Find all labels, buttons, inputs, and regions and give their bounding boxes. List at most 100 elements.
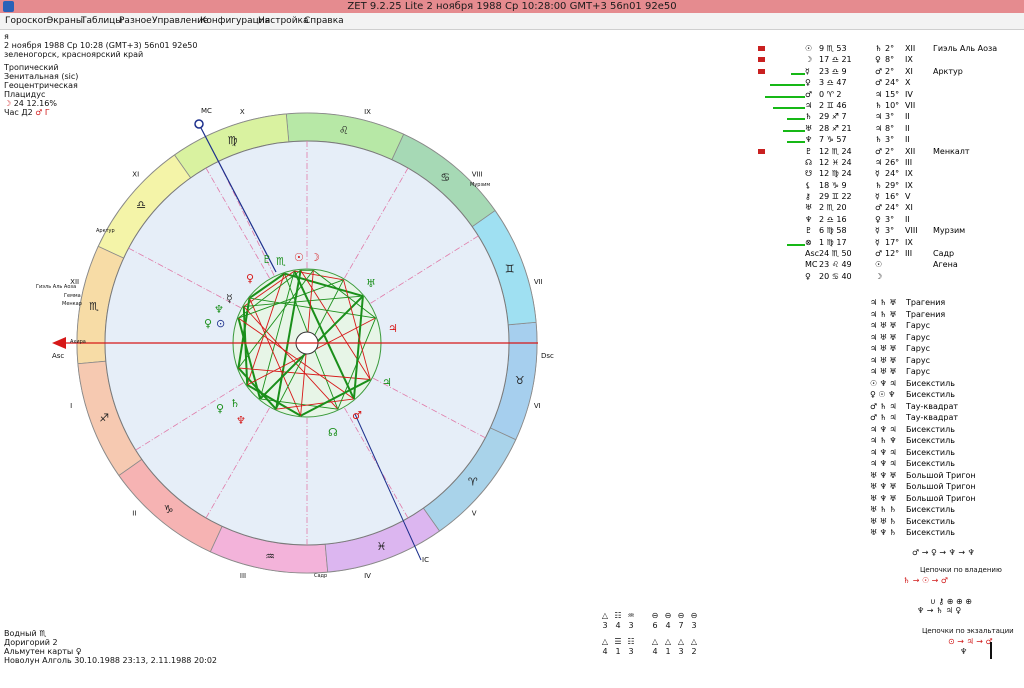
planet-ruler: ☉	[875, 260, 883, 270]
planet-row[interactable]: ♄ 29 ♐ 7 ♃ 3° II	[745, 111, 1005, 122]
house-number: I	[70, 402, 72, 410]
aspect-config-row[interactable]: ♃ ♅ ♅ Гарус	[870, 343, 1010, 355]
aspect-config-row[interactable]: ♅ ♆ ♅ Большой Тригон	[870, 481, 1010, 493]
aspect-config-row[interactable]: ♃ ♆ ♃ Бисекстиль	[870, 447, 1010, 459]
natal-chart-wheel[interactable]: ♈♉♊♋♌♍♎♏♐♑♒♓ Asc Dsc MC IC IIIIII IVVVIVI…	[0, 29, 600, 659]
planet-glyph: ⚸	[805, 180, 811, 190]
dispositor-chain-1: ♄ → ☉ → ♂	[903, 576, 949, 585]
menu-horoscope[interactable]: Гороскоп	[3, 14, 51, 28]
planet-row[interactable]: MC 23 ♌ 49 ☉ Агена	[745, 259, 1005, 270]
planet-icon[interactable]: ♄	[230, 397, 240, 410]
aspect-config-row[interactable]: ♃ ♆ ♃ Бисекстиль	[870, 458, 1010, 470]
planet-row[interactable]: ♆ 7 ♑ 57 ♄ 3° II	[745, 134, 1005, 145]
planet-icon[interactable]: ♅	[366, 277, 376, 290]
chain-cursor	[990, 642, 992, 659]
planet-house-degree: 24°	[885, 203, 900, 213]
planet-row[interactable]: ♀ 20 ♋ 40 ☽	[745, 271, 1005, 282]
planet-row[interactable]: ⚸ 18 ♑ 9 ♄ 29° IX	[745, 180, 1005, 191]
sign-glyph-icon: ♋	[440, 171, 450, 184]
planet-row[interactable]: Asc 24 ♏ 50 ♂ 12° III Садр	[745, 248, 1005, 259]
aspect-config-row[interactable]: ♃ ♅ ♅ Гарус	[870, 320, 1010, 332]
aspect-config-row[interactable]: ♃ ♅ ♅ Гарус	[870, 332, 1010, 344]
aspect-config-row[interactable]: ♅ ♆ ♅ Большой Тригон	[870, 493, 1010, 505]
planet-icon[interactable]: ♃	[388, 322, 398, 335]
aspect-name: Тау-квадрат	[906, 413, 959, 422]
planet-house-degree: 26°	[885, 157, 900, 167]
aspect-config-row[interactable]: ♃ ♄ ♅ Трагения	[870, 297, 1010, 309]
planet-icon[interactable]: ♂	[352, 409, 362, 422]
aspect-config-row[interactable]: ♃ ♅ ♅ Гарус	[870, 366, 1010, 378]
planet-degree: 12 ♍ 24	[819, 169, 852, 179]
planet-row[interactable]: ☋ 12 ♍ 24 ☿ 24° IX	[745, 168, 1005, 179]
aspect-config-row[interactable]: ♃ ♅ ♅ Гарус	[870, 355, 1010, 367]
planet-row[interactable]: ⚷ 29 ♊ 22 ☿ 16° V	[745, 191, 1005, 202]
planet-row[interactable]: ♇ 12 ♏ 24 ♂ 2° XII Менкалт	[745, 146, 1005, 157]
planet-degree: 2 ♏ 20	[819, 203, 847, 213]
star-label: Садр	[314, 573, 327, 579]
planet-icon[interactable]: ♃	[382, 376, 392, 389]
planet-ruler: ♂	[875, 78, 883, 88]
planet-row[interactable]: ♅ 28 ♐ 21 ♃ 8° II	[745, 123, 1005, 134]
planet-row[interactable]: ☽ 17 ♎ 21 ♀ 8° IX	[745, 54, 1005, 65]
planet-house-degree: 29°	[885, 180, 900, 190]
planet-house: X	[905, 78, 911, 88]
planet-row[interactable]: ♇ 6 ♍ 58 ☿ 3° VIII Мурзим	[745, 225, 1005, 236]
aspect-config-row[interactable]: ♂ ♄ ♃ Тау-квадрат	[870, 401, 1010, 413]
planet-icon[interactable]: ♀	[204, 317, 212, 330]
planet-degree: 29 ♐ 7	[819, 112, 847, 122]
planet-row[interactable]: ☊ 12 ♓ 24 ♃ 26° III	[745, 157, 1005, 168]
planet-row[interactable]: ⊗ 1 ♍ 17 ☿ 17° IX	[745, 237, 1005, 248]
planet-icon[interactable]: ☊	[328, 426, 338, 439]
aspect-config-row[interactable]: ♂ ♄ ♃ Тау-квадрат	[870, 412, 1010, 424]
planet-ruler: ♃	[875, 89, 883, 99]
footer-line-4: Новолун Алголь 30.10.1988 23:13, 2.11.19…	[4, 656, 217, 665]
planet-house-degree: 8°	[885, 123, 895, 133]
planet-degree: 23 ♎ 9	[819, 66, 847, 76]
planet-glyph: ☊	[805, 157, 813, 167]
planet-row[interactable]: ♅ 2 ♏ 20 ♂ 24° XI	[745, 202, 1005, 213]
planet-row[interactable]: ☿ 23 ♎ 9 ♂ 2° XI Арктур	[745, 66, 1005, 77]
planet-icon[interactable]: ☿	[226, 292, 233, 305]
planet-glyph: ♂	[805, 89, 813, 99]
exaltation-chain-1: ⊙ → ♃ → ♂	[948, 637, 993, 646]
menu-misc[interactable]: Разное	[117, 14, 154, 28]
planet-icon[interactable]: ♏	[276, 255, 286, 268]
aspect-name: Тау-квадрат	[906, 401, 959, 411]
aspect-config-row[interactable]: ♃ ♄ ♆ Бисекстиль	[870, 435, 1010, 447]
aspect-config-row[interactable]: ♅ ♄ ♄ Бисекстиль	[870, 504, 1010, 516]
aspect-name: Гарус	[906, 332, 930, 342]
aspect-glyphs: ♅ ♆ ♅	[870, 470, 897, 480]
planet-house-degree: 2°	[885, 66, 895, 76]
planet-row[interactable]: ☉ 9 ♏ 53 ♄ 2° XII Гиэль Аль Аоза	[745, 43, 1005, 54]
planet-icon[interactable]: ♆	[236, 414, 246, 427]
aspect-config-row[interactable]: ♃ ♄ ♅ Трагения	[870, 309, 1010, 321]
planet-icon[interactable]: ♇	[262, 253, 272, 266]
menu-help[interactable]: Справка	[302, 14, 346, 28]
planet-icon[interactable]: ♆	[214, 303, 224, 316]
aspect-config-row[interactable]: ♃ ♆ ♃ Бисекстиль	[870, 424, 1010, 436]
aspect-config-row[interactable]: ♅ ♆ ♅ Большой Тригон	[870, 470, 1010, 482]
planet-icon[interactable]: ☉	[294, 251, 304, 264]
planet-degree: 3 ♎ 47	[819, 78, 847, 88]
planet-house: IV	[905, 89, 913, 99]
aspect-glyphs: ♅ ♆ ♄	[870, 528, 897, 537]
house-number: V	[472, 510, 477, 518]
planet-row[interactable]: ♃ 2 ♊ 46 ♄ 10° VII	[745, 100, 1005, 111]
planet-icon[interactable]: ♀	[246, 272, 254, 285]
planet-row[interactable]: ♆ 2 ♎ 16 ♀ 3° II	[745, 214, 1005, 225]
aspect-config-row[interactable]: ♅ ♅ ♄ Бисекстиль	[870, 516, 1010, 528]
aspect-glyphs: ♂ ♄ ♃	[870, 413, 897, 422]
aspect-config-row[interactable]: ☉ ♆ ♃ Бисекстиль	[870, 378, 1010, 390]
aspect-config-row[interactable]: ♀ ☉ ♆ Бисекстиль	[870, 389, 1010, 401]
aspect-glyphs: ♃ ♆ ♃	[870, 459, 897, 468]
title-bar: ZET 9.2.25 Lite 2 ноября 1988 Ср 10:28:0…	[0, 0, 1024, 13]
aspect-config-row[interactable]: ♅ ♆ ♄ Бисекстиль	[870, 527, 1010, 539]
planet-row[interactable]: ♀ 3 ♎ 47 ♂ 24° X	[745, 77, 1005, 88]
planet-row[interactable]: ♂ 0 ♈ 2 ♃ 15° IV	[745, 89, 1005, 100]
planet-degree: 24 ♏ 50	[819, 249, 852, 259]
planet-ruler: ♂	[875, 203, 883, 213]
aspect-glyphs: ♃ ♄ ♅	[870, 298, 897, 307]
planet-icon[interactable]: ☽	[310, 251, 320, 264]
planet-icon[interactable]: ⊙	[216, 317, 225, 330]
planet-icon[interactable]: ♀	[216, 402, 224, 415]
